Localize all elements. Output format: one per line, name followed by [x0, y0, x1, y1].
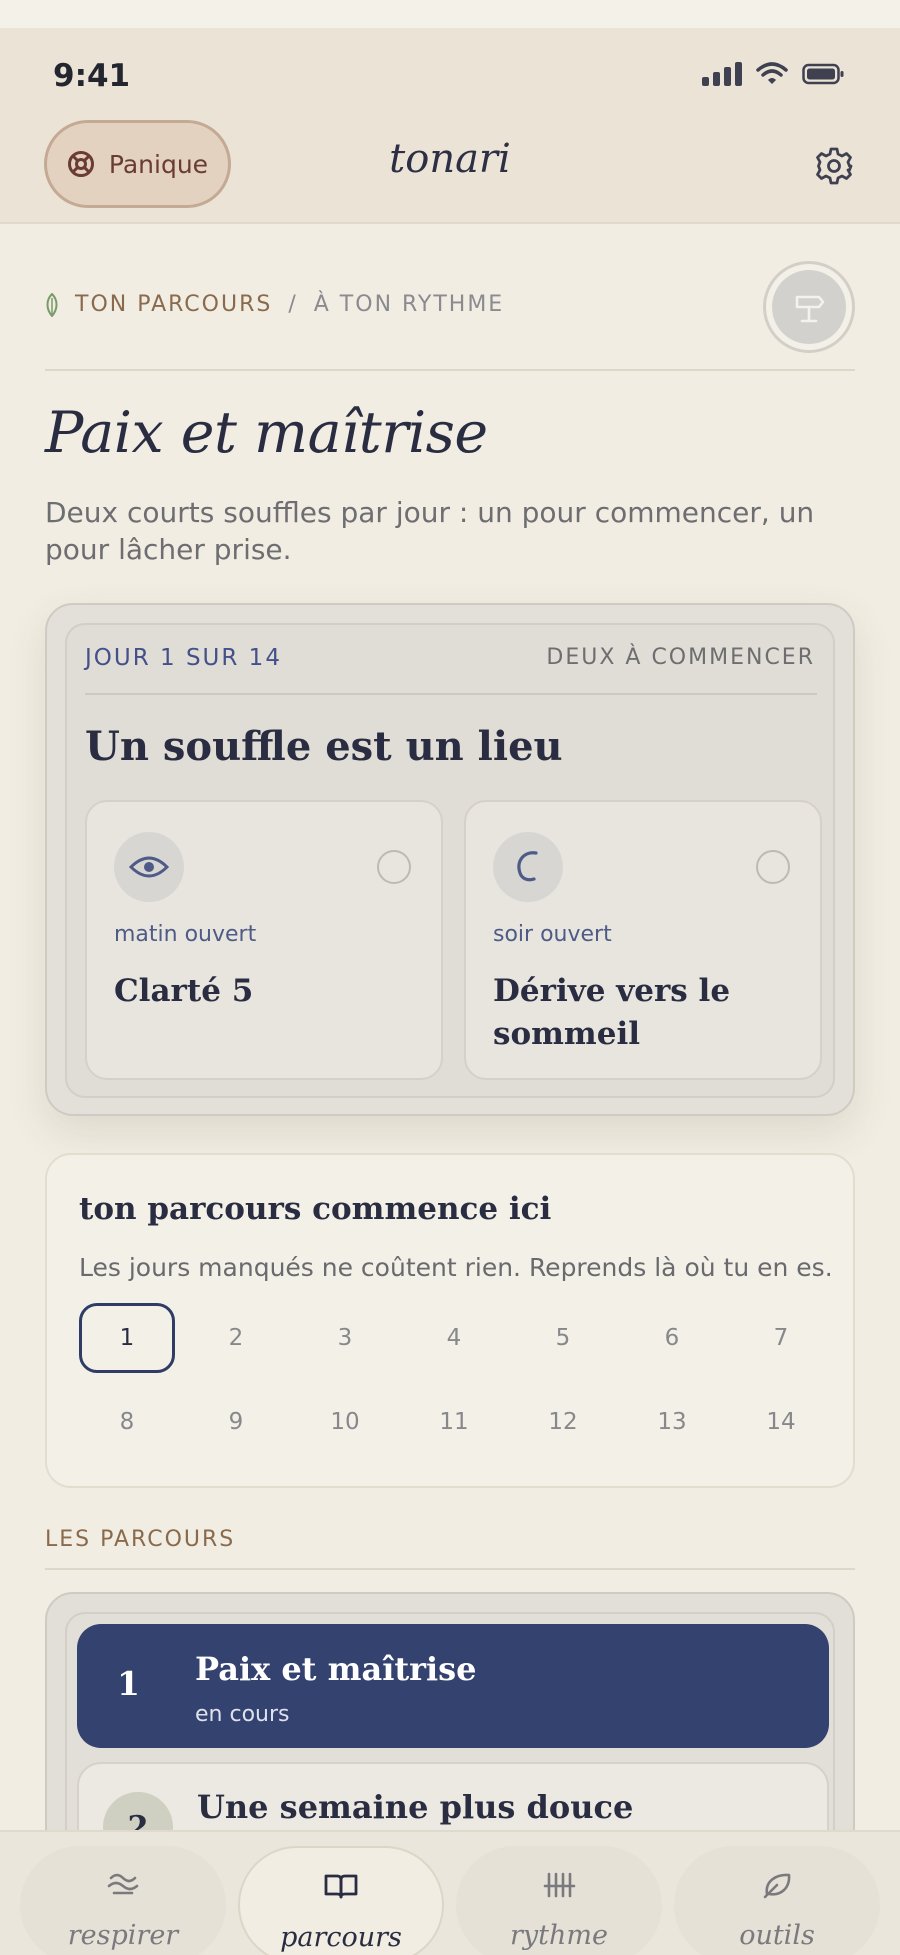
parcours-title: Une semaine plus douce: [197, 1788, 634, 1826]
session-time: matin ouvert: [114, 922, 257, 947]
gear-icon[interactable]: [814, 146, 854, 186]
status-icons: [702, 62, 844, 86]
signal-icon: [702, 62, 742, 86]
battery-icon: [802, 63, 844, 85]
day-cell[interactable]: 14: [733, 1387, 829, 1457]
divider: [45, 1568, 855, 1570]
day-cell[interactable]: 5: [515, 1303, 611, 1373]
divider: [85, 693, 817, 695]
day-cell[interactable]: 6: [624, 1303, 720, 1373]
day-card-inner: JOUR 1 SUR 14 DEUX À COMMENCER Un souffl…: [65, 623, 835, 1098]
journey-title: ton parcours commence ici: [79, 1191, 552, 1227]
session-checkbox[interactable]: [756, 850, 790, 884]
signpost-icon: [795, 295, 825, 323]
signpost-button[interactable]: [763, 261, 855, 353]
session-time: soir ouvert: [493, 922, 612, 947]
crescent-icon: [493, 832, 563, 902]
page-subtitle: Deux courts souffles par jour : un pour …: [45, 496, 815, 566]
tab-label: parcours: [280, 1922, 402, 1953]
day-card: JOUR 1 SUR 14 DEUX À COMMENCER Un souffl…: [45, 603, 855, 1116]
tab-outils[interactable]: outils: [674, 1846, 880, 1955]
breadcrumb-parcours: TON PARCOURS: [75, 292, 273, 317]
breath-icon: [20, 1870, 226, 1898]
breadcrumb-rythme: À TON RYTHME: [313, 292, 505, 317]
day-cell[interactable]: 8: [79, 1387, 175, 1457]
session-name: Dérive vers le sommeil: [493, 973, 731, 1052]
day-title: Un souffle est un lieu: [85, 723, 563, 770]
tab-respirer[interactable]: respirer: [20, 1846, 226, 1955]
parcours-item-active[interactable]: 1 Paix et maîtrise en cours: [77, 1624, 829, 1748]
journey-card: ton parcours commence ici Les jours manq…: [45, 1153, 855, 1488]
day-count: JOUR 1 SUR 14: [85, 645, 282, 671]
day-grid: 1 2 3 4 5 6 7 8 9 10 11 12 13 14: [79, 1303, 839, 1457]
journey-subtitle: Les jours manqués ne coûtent rien. Repre…: [79, 1253, 833, 1282]
breadcrumb-separator: /: [288, 292, 298, 317]
eye-icon: [114, 832, 184, 902]
divider: [45, 369, 855, 371]
tab-label: outils: [739, 1920, 815, 1951]
day-cell[interactable]: 9: [188, 1387, 284, 1457]
parcours-status: en cours: [195, 1702, 290, 1727]
day-cell[interactable]: 11: [406, 1387, 502, 1457]
day-cell[interactable]: 3: [297, 1303, 393, 1373]
page-title: Paix et maîtrise: [45, 400, 488, 466]
wifi-icon: [756, 62, 788, 84]
session-name: Clarté 5: [114, 973, 254, 1009]
parcours-number: 1: [117, 1664, 140, 1703]
brand-title: tonari: [389, 136, 511, 182]
session-card-evening[interactable]: soir ouvert Dérive vers le sommeil: [464, 800, 822, 1080]
session-card-morning[interactable]: matin ouvert Clarté 5: [85, 800, 443, 1080]
tab-label: rythme: [510, 1920, 608, 1951]
session-checkbox[interactable]: [377, 850, 411, 884]
day-cell[interactable]: 10: [297, 1387, 393, 1457]
status-time: 9:41: [53, 58, 131, 94]
day-tag: DEUX À COMMENCER: [546, 645, 815, 670]
day-cell[interactable]: 12: [515, 1387, 611, 1457]
tally-icon: [456, 1870, 662, 1900]
top-strip: [0, 0, 900, 28]
leaf-icon: [674, 1870, 880, 1900]
section-label: LES PARCOURS: [45, 1527, 236, 1552]
tab-rythme[interactable]: rythme: [456, 1846, 662, 1955]
leaf-icon: [46, 292, 58, 317]
day-cell[interactable]: 13: [624, 1387, 720, 1457]
tab-bar: respirer parcours rythme outils: [0, 1830, 900, 1955]
day-cell[interactable]: 4: [406, 1303, 502, 1373]
app-header: 9:41 Panique tonari: [0, 28, 900, 224]
breadcrumb: TON PARCOURS / À TON RYTHME: [45, 292, 504, 317]
day-cell[interactable]: 7: [733, 1303, 829, 1373]
day-cell-current[interactable]: 1: [79, 1303, 175, 1373]
day-cell[interactable]: 2: [188, 1303, 284, 1373]
tab-parcours[interactable]: parcours: [238, 1846, 444, 1955]
tab-label: respirer: [67, 1920, 179, 1951]
book-icon: [240, 1872, 442, 1900]
parcours-title: Paix et maîtrise: [195, 1650, 477, 1688]
